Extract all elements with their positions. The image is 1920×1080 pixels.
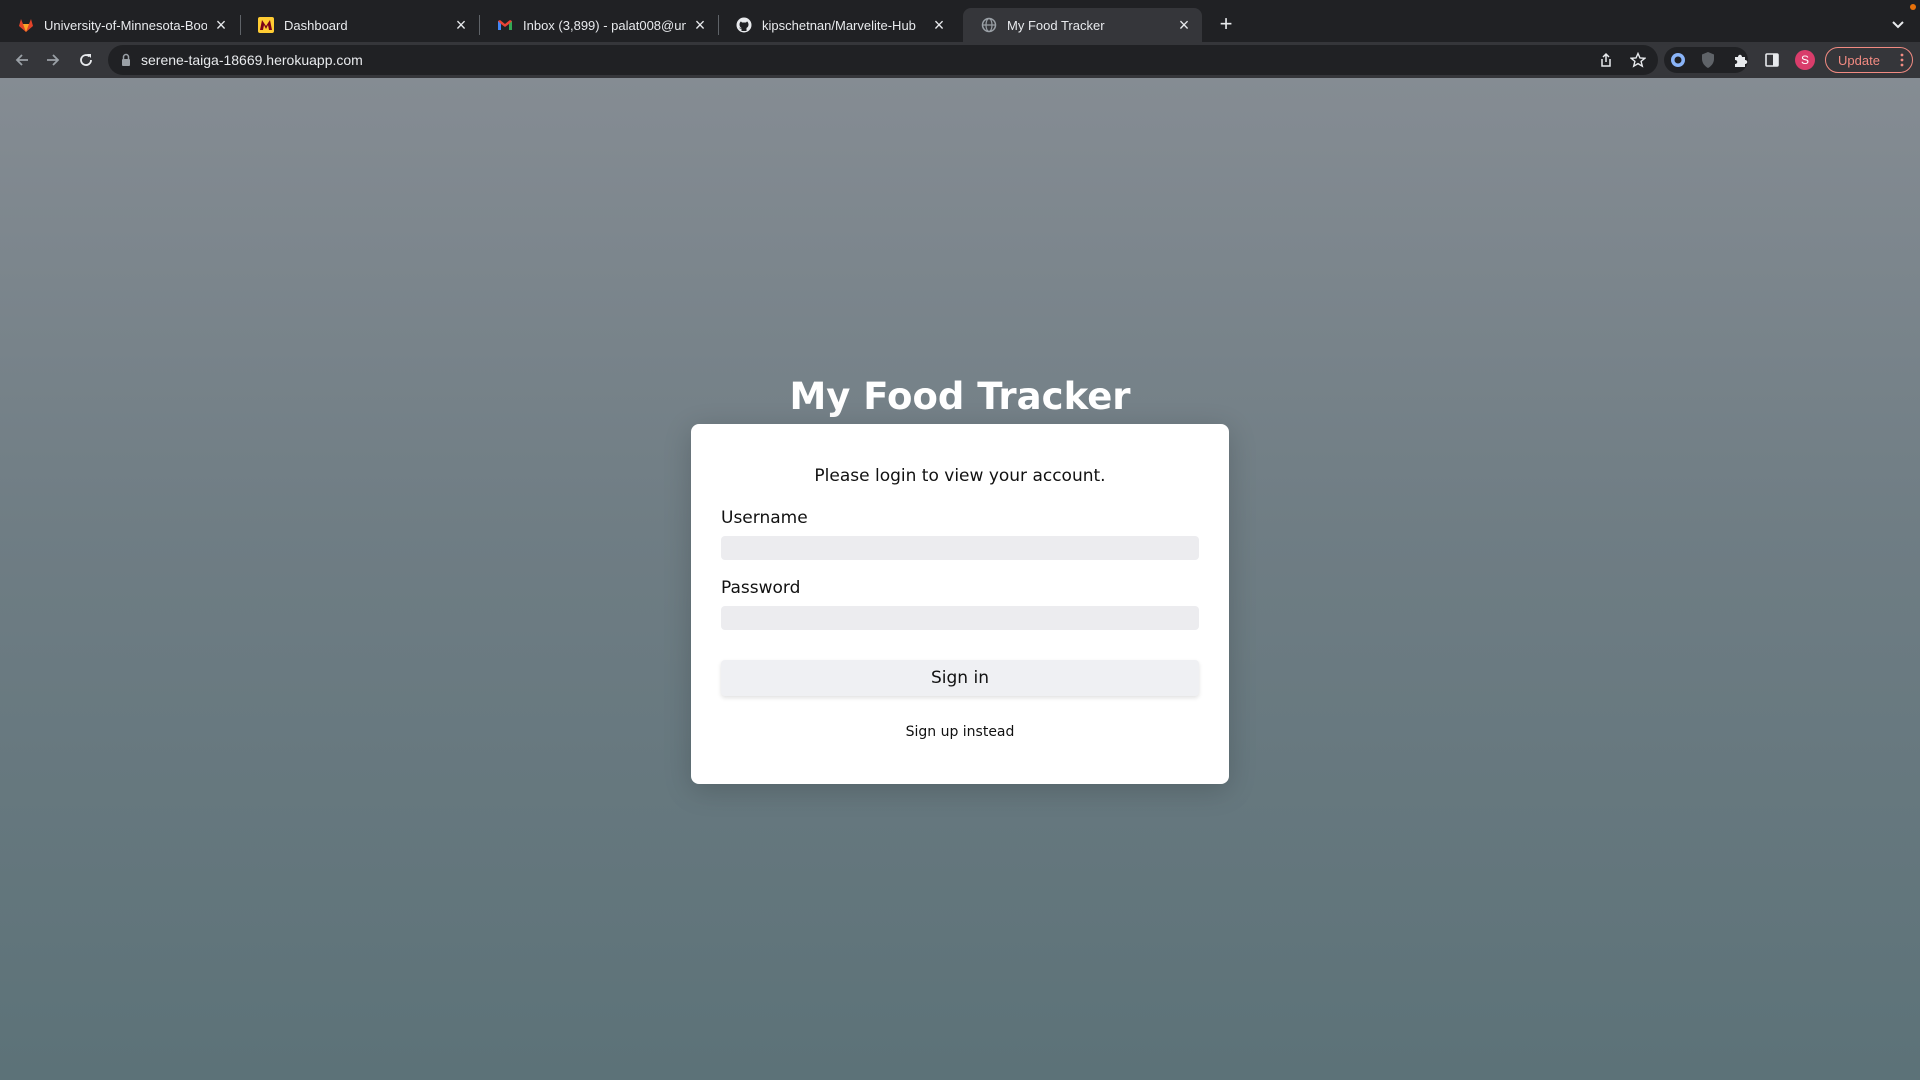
browser-toolbar: serene-taiga-18669.herokuapp.com S Updat… xyxy=(0,42,1920,78)
bookmark-star-icon[interactable] xyxy=(1628,50,1648,70)
tab-github[interactable]: kipschetnan/Marvelite-Hub × xyxy=(718,8,957,42)
umn-icon xyxy=(258,17,274,33)
github-icon xyxy=(736,17,752,33)
url-text[interactable]: serene-taiga-18669.herokuapp.com xyxy=(141,52,363,68)
gitlab-icon xyxy=(18,17,34,33)
login-prompt: Please login to view your account. xyxy=(814,466,1106,486)
tab-title: Dashboard xyxy=(284,17,348,33)
shield-icon[interactable] xyxy=(1696,48,1720,72)
tab-dashboard[interactable]: Dashboard × xyxy=(240,8,479,42)
password-field[interactable] xyxy=(721,606,1199,630)
globe-icon xyxy=(981,17,997,33)
reload-button[interactable] xyxy=(74,48,98,72)
close-icon[interactable]: × xyxy=(213,16,229,34)
gmail-icon xyxy=(497,17,513,33)
tab-strip: University-of-Minnesota-Boot- × Dashboar… xyxy=(0,0,1920,42)
update-label: Update xyxy=(1838,52,1880,68)
tab-my-food-tracker[interactable]: My Food Tracker × xyxy=(963,8,1202,42)
extension-blue-icon[interactable] xyxy=(1666,48,1690,72)
update-button[interactable]: Update xyxy=(1825,47,1913,73)
new-tab-button[interactable]: + xyxy=(1216,12,1236,36)
notification-dot xyxy=(1910,4,1916,10)
puzzle-icon[interactable] xyxy=(1729,48,1753,72)
side-panel-icon[interactable] xyxy=(1760,48,1784,72)
sign-in-button[interactable]: Sign in xyxy=(721,660,1199,696)
password-label: Password xyxy=(721,578,801,598)
tab-inbox[interactable]: Inbox (3,899) - palat008@umn × xyxy=(479,8,718,42)
forward-button[interactable] xyxy=(41,48,65,72)
tab-title: kipschetnan/Marvelite-Hub xyxy=(762,17,916,33)
close-icon[interactable]: × xyxy=(692,16,708,34)
close-icon[interactable]: × xyxy=(931,16,947,34)
kebab-menu-icon[interactable] xyxy=(1900,53,1904,67)
tab-search-icon[interactable] xyxy=(1888,14,1908,34)
username-label: Username xyxy=(721,508,808,528)
profile-avatar[interactable]: S xyxy=(1795,50,1815,70)
share-icon[interactable] xyxy=(1596,50,1616,70)
tab-title: My Food Tracker xyxy=(1007,17,1105,33)
arrow-left-icon xyxy=(15,54,28,66)
page-title: My Food Tracker xyxy=(789,375,1131,418)
lock-icon[interactable] xyxy=(120,53,132,67)
tab-title: University-of-Minnesota-Boot- xyxy=(44,17,207,33)
tab-gitlab[interactable]: University-of-Minnesota-Boot- × xyxy=(0,8,239,42)
address-bar[interactable]: serene-taiga-18669.herokuapp.com xyxy=(108,45,1658,75)
close-icon[interactable]: × xyxy=(453,16,469,34)
arrow-right-icon xyxy=(47,54,60,66)
back-button[interactable] xyxy=(10,48,34,72)
sign-up-link[interactable]: Sign up instead xyxy=(691,724,1229,740)
page-viewport: My Food Tracker Please login to view you… xyxy=(0,78,1920,1080)
username-field[interactable] xyxy=(721,536,1199,560)
reload-icon xyxy=(80,54,92,66)
tab-title: Inbox (3,899) - palat008@umn xyxy=(523,17,686,33)
login-card: Please login to view your account. Usern… xyxy=(691,424,1229,784)
close-icon[interactable]: × xyxy=(1176,16,1192,34)
